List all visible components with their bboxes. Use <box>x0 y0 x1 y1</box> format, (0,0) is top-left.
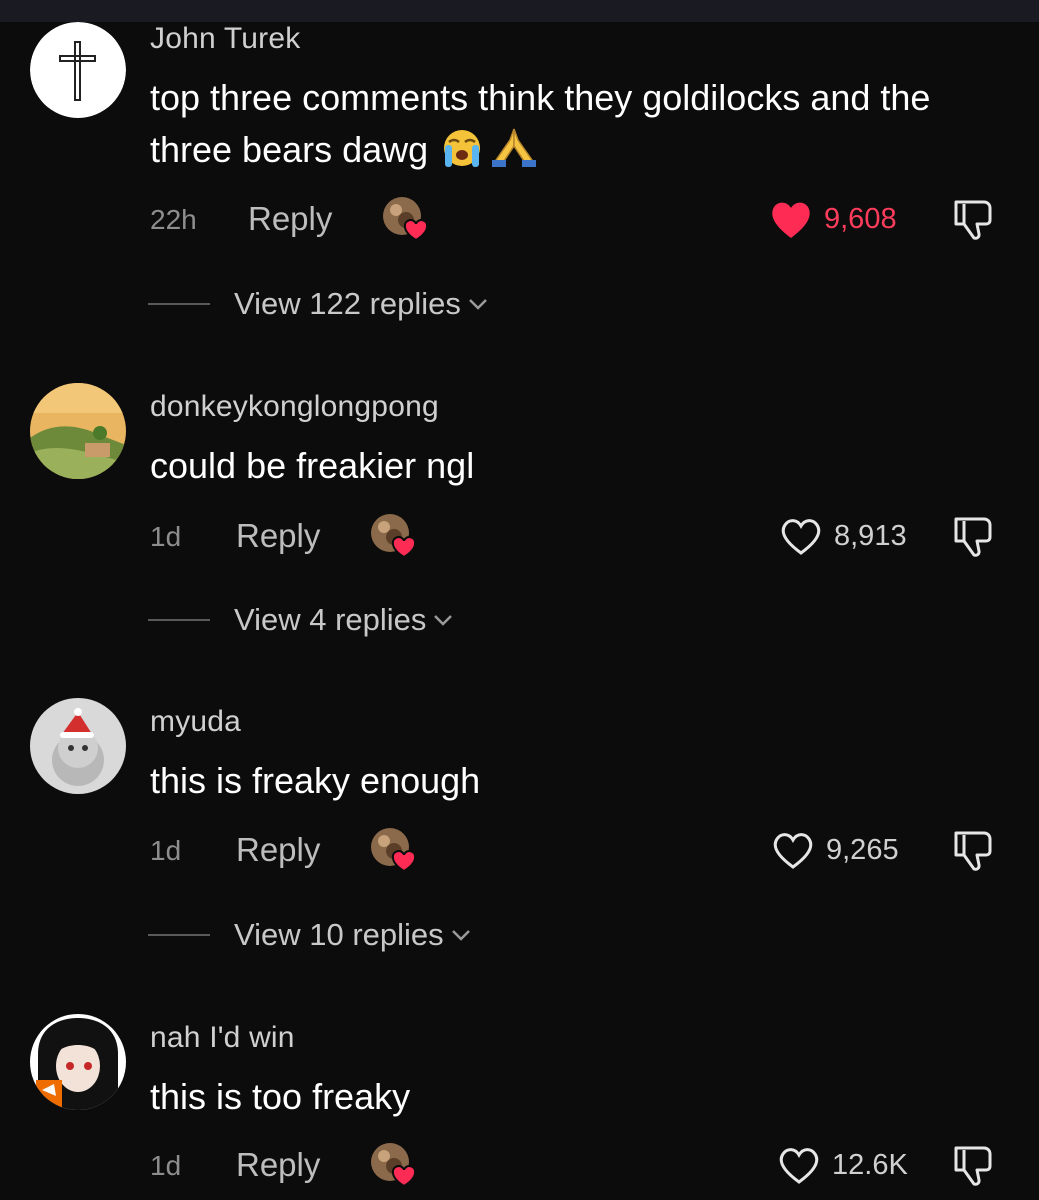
reply-button[interactable]: Reply <box>236 831 320 869</box>
avatar[interactable] <box>30 22 126 118</box>
avatar[interactable] <box>30 1014 126 1110</box>
loudly-crying-face-icon <box>440 128 486 182</box>
thumbs-down-icon <box>954 1146 992 1186</box>
like-button[interactable]: 9,608 <box>768 194 897 244</box>
view-replies-label: View 4 replies <box>234 602 427 637</box>
reply-button[interactable]: Reply <box>236 1146 320 1184</box>
comment-username[interactable]: John Turek <box>150 22 300 56</box>
creator-liked-badge <box>366 825 422 875</box>
dislike-button[interactable] <box>950 515 996 559</box>
view-replies-label: View 10 replies <box>234 917 444 952</box>
like-button[interactable]: 12.6K <box>776 1140 908 1190</box>
comment-text-content: this is freaky enough <box>150 760 481 801</box>
heart-outline-icon <box>781 519 821 555</box>
comment-time: 1d <box>150 521 182 552</box>
avatar[interactable] <box>30 383 126 479</box>
thumbs-down-icon <box>954 517 992 557</box>
reply-button[interactable]: Reply <box>248 200 332 238</box>
comment-time: 1d <box>150 835 182 866</box>
replies-divider <box>148 934 210 936</box>
view-replies-button[interactable]: View 4 replies <box>148 600 454 640</box>
comment-time: 1d <box>150 1150 182 1181</box>
heart-filled-icon <box>772 202 810 238</box>
chevron-down-icon <box>469 299 487 310</box>
creator-liked-badge <box>378 194 434 244</box>
creator-liked-badge <box>366 511 422 561</box>
dislike-button[interactable] <box>950 1144 996 1188</box>
heart-outline-icon <box>779 1148 819 1184</box>
view-replies-button[interactable]: View 10 replies <box>148 915 472 955</box>
comment-text-content: this is too freaky <box>150 1076 411 1117</box>
comment-text: this is freaky enough <box>150 755 1010 807</box>
comment-actions: 22h Reply 9,608 <box>0 194 1039 244</box>
reply-button[interactable]: Reply <box>236 517 320 555</box>
cross-icon <box>30 22 126 118</box>
like-count: 9,608 <box>824 202 897 235</box>
comment-time: 22h <box>150 204 197 235</box>
comment-text: this is too freaky <box>150 1071 1010 1123</box>
comment-text: could be freakier ngl <box>150 440 1010 492</box>
like-button[interactable]: 8,913 <box>778 511 907 561</box>
comment-text-content: could be freakier ngl <box>150 445 475 486</box>
comment-username[interactable]: donkeykonglongpong <box>150 390 439 424</box>
like-count: 8,913 <box>834 519 907 552</box>
comment-actions: 1d Reply 12.6K <box>0 1140 1039 1190</box>
thumbs-down-icon <box>954 831 992 871</box>
chevron-down-icon <box>434 615 453 626</box>
comment-actions: 1d Reply 9,265 <box>0 825 1039 875</box>
chevron-down-icon <box>451 930 470 941</box>
comment-text-content: top three comments think they goldilocks… <box>150 77 931 170</box>
replies-divider <box>148 303 210 305</box>
comment-actions: 1d Reply 8,913 <box>0 511 1039 561</box>
dislike-button[interactable] <box>950 198 996 242</box>
like-button[interactable]: 9,265 <box>770 825 899 875</box>
creator-liked-badge <box>366 1140 422 1190</box>
comment-username[interactable]: myuda <box>150 705 241 739</box>
comments-screen: John Turek top three comments think they… <box>0 0 1039 1200</box>
view-replies-label: View 122 replies <box>234 286 461 321</box>
like-count: 9,265 <box>826 833 899 866</box>
dislike-button[interactable] <box>950 829 996 873</box>
avatar[interactable] <box>30 698 126 794</box>
replies-divider <box>148 619 210 621</box>
comment-text: top three comments think they goldilocks… <box>150 72 1010 182</box>
heart-outline-icon <box>773 833 813 869</box>
folded-hands-icon <box>488 126 540 182</box>
like-count: 12.6K <box>832 1148 908 1181</box>
comment-username[interactable]: nah I'd win <box>150 1021 295 1055</box>
thumbs-down-icon <box>954 200 992 240</box>
top-bar <box>0 0 1039 22</box>
view-replies-button[interactable]: View 122 replies <box>148 284 489 324</box>
